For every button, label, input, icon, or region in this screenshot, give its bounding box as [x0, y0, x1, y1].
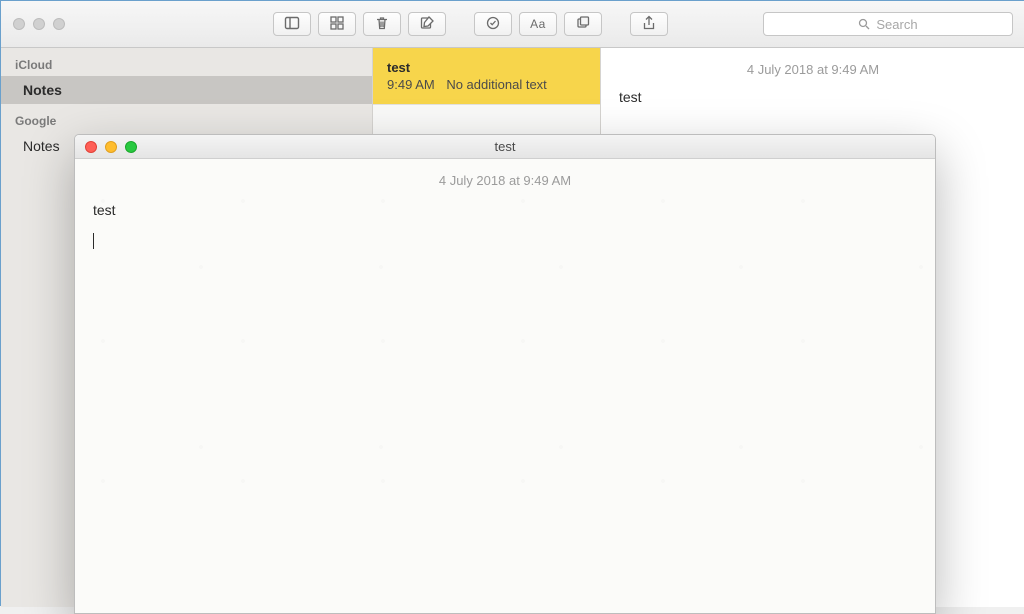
folder-label: Notes: [23, 138, 60, 154]
search-icon: [858, 18, 870, 30]
share-icon: [641, 15, 657, 34]
note-preview: No additional text: [446, 77, 546, 92]
float-titlebar[interactable]: test: [75, 135, 935, 159]
titlebar: Aa: [1, 1, 1024, 48]
minimize-button[interactable]: [33, 18, 45, 30]
checklist-button[interactable]: [474, 12, 512, 36]
float-editor-body[interactable]: test: [93, 198, 917, 254]
share-button[interactable]: [630, 12, 668, 36]
account-header-google: Google: [1, 104, 372, 132]
text-cursor: [93, 233, 94, 249]
gallery-view-button[interactable]: [318, 12, 356, 36]
traffic-lights: [13, 18, 65, 30]
note-title: test: [387, 60, 586, 75]
new-note-button[interactable]: [408, 12, 446, 36]
note-subtitle: 9:49 AM No additional text: [387, 77, 586, 92]
close-button[interactable]: [13, 18, 25, 30]
window-icon: [575, 15, 591, 34]
floating-note-window: test 4 July 2018 at 9:49 AM test: [74, 134, 936, 614]
trash-icon: [374, 15, 390, 34]
zoom-button[interactable]: [53, 18, 65, 30]
format-icon: Aa: [530, 17, 546, 31]
float-body-text: test: [93, 202, 116, 218]
float-editor-date: 4 July 2018 at 9:49 AM: [93, 159, 917, 198]
search-placeholder: Search: [876, 17, 917, 32]
search-input[interactable]: Search: [763, 12, 1013, 36]
float-editor[interactable]: 4 July 2018 at 9:49 AM test: [75, 159, 935, 613]
format-button[interactable]: Aa: [519, 12, 557, 36]
float-window-title: test: [75, 139, 935, 154]
open-window-button[interactable]: [564, 12, 602, 36]
checklist-icon: [485, 15, 501, 34]
note-time: 9:49 AM: [387, 77, 435, 92]
account-header-icloud: iCloud: [1, 48, 372, 76]
compose-icon: [419, 15, 435, 34]
folder-row-icloud-notes[interactable]: Notes: [1, 76, 372, 104]
sidebar-toggle-icon: [284, 15, 300, 34]
folder-label: Notes: [23, 82, 62, 98]
editor-date: 4 July 2018 at 9:49 AM: [601, 48, 1024, 85]
gallery-icon: [329, 15, 345, 34]
note-list-item[interactable]: test 9:49 AM No additional text: [373, 48, 600, 105]
toolbar: Aa: [273, 12, 668, 36]
sidebar-toggle-button[interactable]: [273, 12, 311, 36]
delete-button[interactable]: [363, 12, 401, 36]
editor-body[interactable]: test: [601, 85, 1024, 109]
